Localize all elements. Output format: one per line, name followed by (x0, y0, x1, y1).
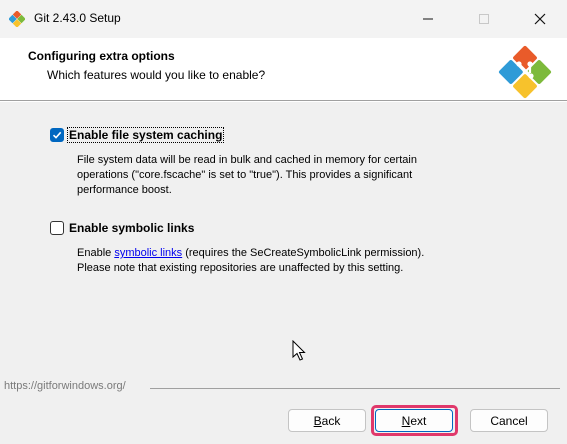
accelerator-key: B (313, 413, 322, 428)
button-text: ext (410, 413, 427, 428)
page-title: Configuring extra options (28, 49, 175, 63)
minimize-button[interactable] (405, 0, 451, 38)
symlinks-checkbox[interactable] (50, 221, 64, 235)
cancel-button[interactable]: Cancel (470, 409, 548, 432)
maximize-icon (479, 14, 489, 24)
back-button[interactable]: Back (288, 409, 366, 432)
checkmark-icon (52, 131, 62, 139)
options-panel: Enable file system caching File system d… (0, 102, 567, 388)
description-line: performance boost. (77, 184, 172, 196)
git-logo-icon (9, 11, 25, 27)
page-subtitle: Which features would you like to enable? (47, 68, 266, 82)
wizard-header: Configuring extra options Which features… (0, 38, 567, 101)
next-button[interactable]: Next (375, 409, 453, 432)
title-bar: Git 2.43.0 Setup (0, 0, 567, 38)
description-line: Please note that existing repositories a… (77, 262, 404, 274)
maximize-button[interactable] (461, 0, 507, 38)
symlinks-description: Enable symbolic links (requires the SeCr… (77, 246, 424, 276)
description-text: (requires the SeCreateSymbolicLink permi… (182, 247, 425, 259)
fscache-description: File system data will be read in bulk an… (77, 153, 417, 198)
minimize-icon (423, 18, 433, 20)
option-symlinks[interactable]: Enable symbolic links (50, 221, 195, 235)
option-fscache[interactable]: Enable file system caching (50, 127, 225, 143)
description-line: File system data will be read in bulk an… (77, 154, 417, 166)
close-button[interactable] (517, 0, 563, 38)
footer-divider (150, 388, 560, 389)
accelerator-key: N (401, 413, 411, 428)
website-url: https://gitforwindows.org/ (4, 380, 130, 392)
description-text: Enable (77, 247, 115, 259)
window-title: Git 2.43.0 Setup (34, 11, 121, 25)
fscache-checkbox[interactable] (50, 128, 64, 142)
close-icon (534, 13, 546, 25)
button-text: ack (321, 413, 341, 428)
fscache-label[interactable]: Enable file system caching (66, 127, 225, 143)
symbolic-links-link[interactable]: symbolic links (114, 247, 182, 259)
wizard-footer: https://gitforwindows.org/ Back Next Can… (0, 380, 567, 444)
description-line: Enable symbolic links (requires the SeCr… (77, 246, 424, 261)
description-line: operations ("core.fscache" is set to "tr… (77, 169, 413, 181)
symlinks-label[interactable]: Enable symbolic links (68, 221, 195, 235)
mouse-cursor-icon (292, 340, 306, 361)
git-logo-icon (498, 45, 552, 99)
